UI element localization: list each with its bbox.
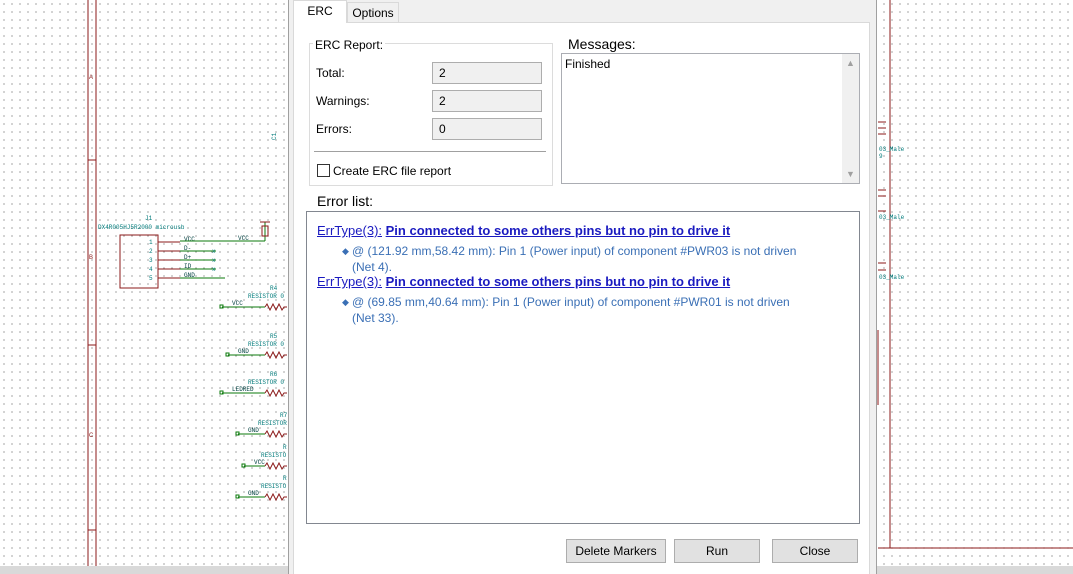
pin-number: 5 (149, 275, 153, 282)
resistor-value: RESISTOR 0 (248, 293, 284, 300)
messages-text: Finished (565, 57, 611, 71)
error-item-header[interactable]: ErrType(3): Pin connected to some others… (317, 223, 730, 238)
zone-label-a: A (89, 75, 93, 81)
wire-end (235, 494, 240, 499)
erc-report-title: ERC Report: (313, 38, 386, 52)
header-label: 9 (879, 153, 883, 160)
tab-erc[interactable]: ERC (293, 0, 347, 23)
create-erc-report-label[interactable]: Create ERC file report (333, 164, 451, 178)
resistor-reference: R7 (280, 412, 288, 419)
messages-textbox[interactable]: Finished ▲ ▼ (561, 53, 860, 184)
header-label: 03_Male (879, 214, 905, 221)
scroll-up-icon[interactable]: ▲ (846, 58, 855, 68)
error-detail-line[interactable]: (Net 33). (352, 310, 842, 326)
resistor-value: RESISTOR 0 (248, 379, 284, 386)
connector-value: DX4R005HJ5R2000 microusb (98, 224, 185, 231)
error-message-link[interactable]: Pin connected to some others pins but no… (386, 274, 731, 289)
messages-title: Messages: (568, 36, 636, 52)
error-detail[interactable]: @ (69.85 mm,40.64 mm): Pin 1 (Power inpu… (352, 294, 842, 326)
vcc-net-label: VCC (238, 235, 249, 242)
error-detail-line[interactable]: @ (69.85 mm,40.64 mm): Pin 1 (Power inpu… (352, 294, 842, 310)
error-detail[interactable]: @ (121.92 mm,58.42 mm): Pin 1 (Power inp… (352, 243, 842, 275)
tab-options[interactable]: Options (347, 2, 399, 22)
resistor-symbol (264, 388, 287, 398)
error-detail-line[interactable]: (Net 4). (352, 259, 842, 275)
scroll-down-icon[interactable]: ▼ (846, 169, 855, 179)
wire-end (241, 463, 246, 468)
report-separator (314, 151, 546, 152)
resistor-symbol (264, 492, 287, 502)
warnings-field: 2 (432, 90, 542, 112)
resistor-value: RESISTOR 0 (248, 341, 284, 348)
create-erc-report-checkbox[interactable] (317, 164, 330, 177)
resistor-symbol (264, 461, 287, 471)
error-type-link[interactable]: ErrType(3): (317, 223, 382, 238)
resistor-net-label: VCC (232, 300, 243, 307)
messages-scrollbar[interactable]: ▲ ▼ (842, 54, 859, 183)
erc-tab-panel: ERC Report: Total: 2 Warnings: 2 Errors:… (293, 22, 870, 574)
warnings-label: Warnings: (316, 94, 370, 108)
delete-markers-button[interactable]: Delete Markers (566, 539, 666, 563)
total-field: 2 (432, 62, 542, 84)
error-list-box[interactable]: ErrType(3): Pin connected to some others… (306, 211, 860, 524)
zone-label-b: B (89, 255, 93, 261)
resistor-value: RESISTO (261, 452, 287, 459)
zone-label-c: C (89, 433, 94, 439)
error-list-title: Error list: (317, 193, 373, 209)
header-label: 03_Male (879, 274, 905, 281)
connector-reference: J1 (145, 215, 153, 222)
no-connect-icon: x (212, 266, 216, 273)
resistor-reference: R5 (270, 333, 278, 340)
resistor-net-label: VCC (254, 459, 265, 466)
wire-end (225, 352, 230, 357)
wire-end (219, 390, 224, 395)
resistor-reference: R4 (270, 285, 278, 292)
error-message-link[interactable]: Pin connected to some others pins but no… (386, 223, 731, 238)
header-label: 03_Male (879, 146, 905, 153)
resistor-net-label: GND (248, 427, 259, 434)
pin-number: 3 (149, 257, 153, 264)
pin-number: 2 (149, 248, 153, 255)
erc-dialog: ERC Options ERC Report: Total: 2 Warning… (288, 0, 877, 574)
error-detail-line[interactable]: @ (121.92 mm,58.42 mm): Pin 1 (Power inp… (352, 243, 842, 259)
resistor-symbol (264, 302, 287, 312)
capacitor-label: C1 (271, 132, 278, 140)
pin-number: 4 (149, 266, 153, 273)
error-type-link[interactable]: ErrType(3): (317, 274, 382, 289)
run-button[interactable]: Run (674, 539, 760, 563)
bullet-icon: ◆ (342, 246, 349, 256)
bullet-icon: ◆ (342, 297, 349, 307)
wire-end (235, 431, 240, 436)
errors-label: Errors: (316, 122, 352, 136)
close-button[interactable]: Close (772, 539, 858, 563)
wire-end (219, 304, 224, 309)
resistor-reference: R (283, 444, 287, 451)
resistor-symbol (264, 429, 287, 439)
resistor-value: RESISTO (261, 483, 287, 490)
resistor-net-label: GND (238, 348, 249, 355)
resistor-reference: R (283, 475, 287, 482)
resistor-value: RESISTOR (258, 420, 287, 427)
no-connect-icon: x (212, 248, 216, 255)
no-connect-icon: x (212, 257, 216, 264)
resistor-net-label: LEDRED (232, 386, 254, 393)
resistor-reference: R6 (270, 371, 278, 378)
total-label: Total: (316, 66, 345, 80)
resistor-symbol (264, 350, 287, 360)
pin-number: 1 (149, 239, 153, 246)
resistor-net-label: GND (248, 490, 259, 497)
pin-net-label: VCC (184, 236, 195, 243)
error-item-header[interactable]: ErrType(3): Pin connected to some others… (317, 274, 730, 289)
errors-field: 0 (432, 118, 542, 140)
